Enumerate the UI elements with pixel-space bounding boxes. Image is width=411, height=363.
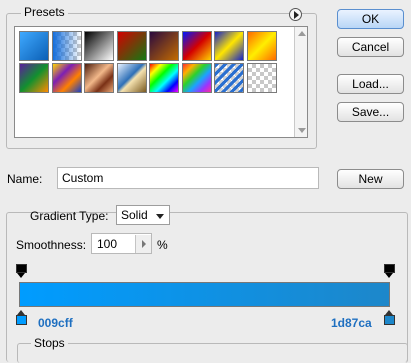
- opacity-stop-left[interactable]: [16, 264, 27, 278]
- preset-swatch-fill: [215, 64, 243, 92]
- smoothness-value: 100: [97, 237, 118, 251]
- smoothness-stepper-icon[interactable]: [135, 235, 151, 253]
- preset-swatch-spectrum[interactable]: [149, 63, 179, 93]
- smoothness-label: Smoothness:: [16, 238, 87, 252]
- preset-swatch-violet-orange[interactable]: [149, 31, 179, 61]
- name-input[interactable]: Custom: [57, 167, 319, 189]
- preset-swatch-black-white[interactable]: [84, 31, 114, 61]
- preset-swatch-fill: [52, 32, 81, 60]
- opacity-stop-left-body: [16, 264, 27, 273]
- preset-swatch-yellow-violet-orange-blue[interactable]: [51, 63, 82, 93]
- chevron-down-icon: [156, 214, 164, 219]
- preset-scrollbar[interactable]: [294, 27, 307, 137]
- preset-swatch-violet-green-orange[interactable]: [19, 63, 49, 93]
- stops-title: Stops: [31, 336, 68, 350]
- gradient-type-select[interactable]: Solid: [116, 205, 170, 225]
- preset-swatch-foreground-to-background[interactable]: [19, 31, 49, 61]
- opacity-stop-right-body: [384, 264, 395, 273]
- color-stop-left-swatch: [16, 315, 27, 325]
- gradient-type-value: Solid: [121, 208, 148, 222]
- preset-swatch-orange-yellow-orange[interactable]: [246, 31, 277, 61]
- opacity-stop-right[interactable]: [384, 264, 395, 278]
- gradient-preview-bar[interactable]: [19, 282, 390, 307]
- opacity-stop-right-tip: [385, 273, 393, 278]
- preset-swatch-transparent-stripes[interactable]: [214, 63, 244, 93]
- new-button[interactable]: New: [337, 169, 404, 189]
- smoothness-unit: %: [157, 238, 168, 252]
- presets-title: Presets: [21, 5, 68, 19]
- name-label: Name:: [7, 172, 43, 186]
- presets-menu-icon[interactable]: [289, 8, 302, 21]
- preset-swatch-blue-red-yellow[interactable]: [181, 31, 212, 61]
- preset-swatch-chrome[interactable]: [116, 63, 147, 93]
- scroll-down-icon[interactable]: [298, 128, 306, 133]
- preset-swatch-transparent[interactable]: [246, 63, 277, 93]
- left-color-hex: 009cff: [38, 316, 73, 330]
- preset-swatch-blue-yellow-blue[interactable]: [214, 31, 244, 61]
- color-stop-right-swatch: [384, 315, 395, 325]
- preset-swatch-fill: [182, 64, 211, 92]
- preset-swatch-foreground-to-transparent[interactable]: [51, 31, 82, 61]
- stops-group: [17, 343, 408, 363]
- preset-swatch-red-green[interactable]: [116, 31, 147, 61]
- scroll-up-icon[interactable]: [298, 31, 306, 36]
- color-stop-left[interactable]: [16, 310, 27, 326]
- color-stop-right[interactable]: [384, 310, 395, 326]
- save-button[interactable]: Save...: [337, 102, 404, 122]
- gradient-type-label: Gradient Type:: [30, 209, 109, 223]
- opacity-stop-left-tip: [17, 273, 25, 278]
- smoothness-input[interactable]: 100: [91, 233, 152, 254]
- right-color-hex: 1d87ca: [331, 316, 372, 330]
- preset-list: [14, 26, 308, 138]
- preset-swatch-transparent-rainbow[interactable]: [181, 63, 212, 93]
- load-button[interactable]: Load...: [337, 74, 404, 94]
- cancel-button[interactable]: Cancel: [337, 37, 404, 57]
- preset-swatch-copper[interactable]: [84, 63, 114, 93]
- ok-button[interactable]: OK: [337, 9, 404, 29]
